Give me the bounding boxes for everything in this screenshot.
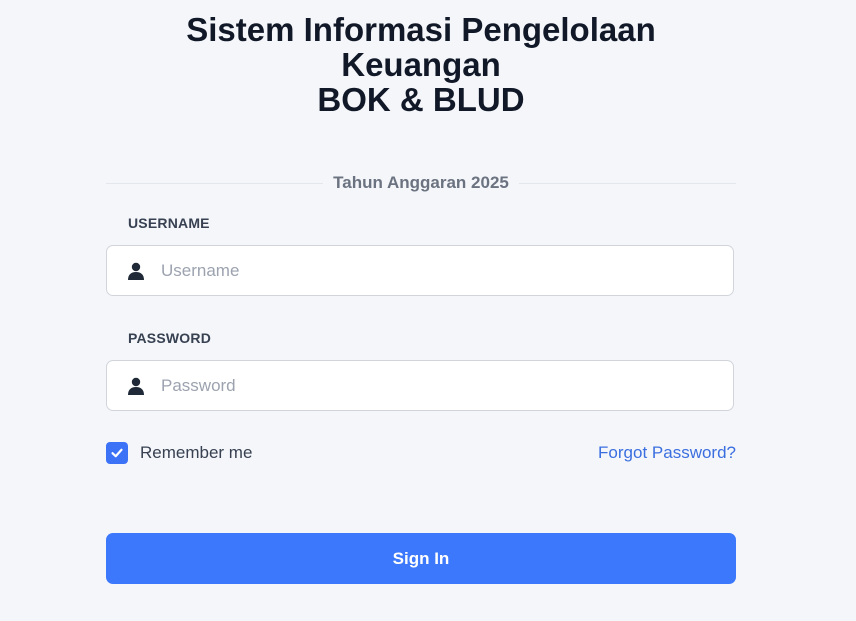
username-label: USERNAME	[128, 215, 210, 231]
password-label: PASSWORD	[128, 330, 212, 346]
divider-rule-right	[518, 182, 737, 184]
user-icon	[128, 262, 144, 280]
divider-rule-left	[106, 182, 324, 184]
sign-in-button[interactable]: Sign In	[106, 533, 736, 584]
title-line-1: Sistem Informasi Pengelolaan	[186, 11, 656, 48]
remember-me[interactable]: Remember me	[106, 441, 252, 464]
remember-checkbox[interactable]	[106, 441, 128, 464]
login-page: Sistem Informasi Pengelolaan Keuangan BO…	[0, 0, 856, 621]
title-line-3: BOK & BLUD	[317, 81, 525, 118]
page-title: Sistem Informasi Pengelolaan Keuangan BO…	[0, 12, 842, 117]
password-input[interactable]	[161, 361, 721, 410]
username-input[interactable]	[161, 246, 721, 295]
check-icon	[111, 448, 123, 457]
user-icon	[128, 377, 144, 395]
password-field[interactable]	[106, 360, 734, 411]
title-line-2: Keuangan	[341, 46, 501, 83]
forgot-password-link[interactable]: Forgot Password?	[598, 443, 736, 463]
remember-label: Remember me	[140, 442, 253, 462]
fiscal-year-label: Tahun Anggaran 2025	[333, 173, 509, 192]
fiscal-year-divider: Tahun Anggaran 2025	[106, 172, 737, 194]
username-field[interactable]	[106, 245, 734, 296]
